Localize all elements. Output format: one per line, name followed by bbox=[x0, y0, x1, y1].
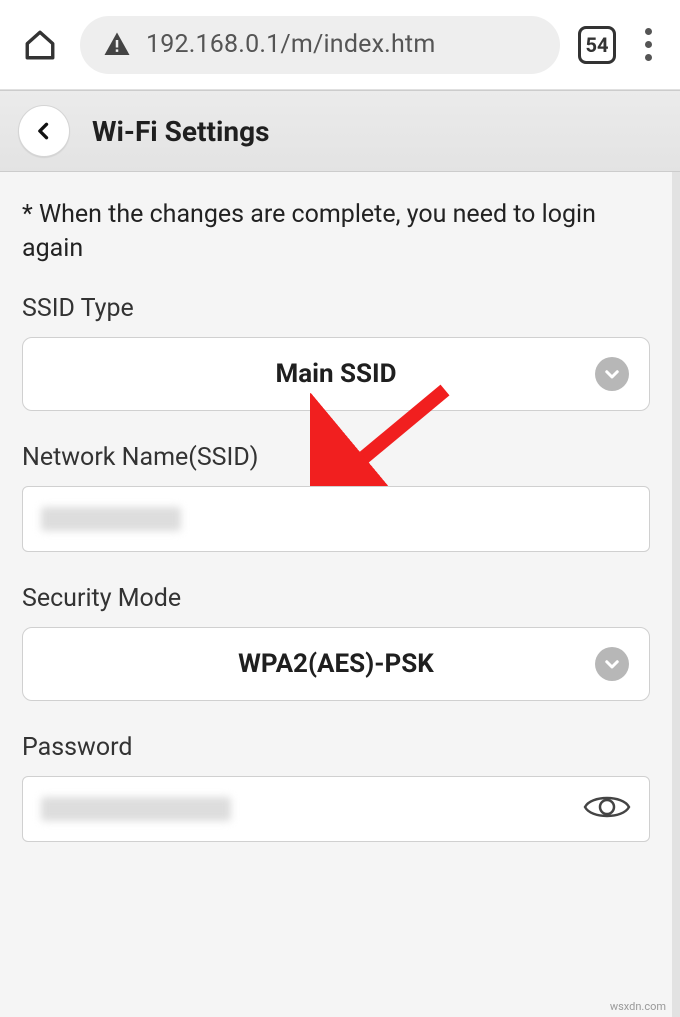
select-security-mode[interactable]: WPA2(AES)-PSK bbox=[22, 627, 650, 701]
label-ssid-type: SSID Type bbox=[22, 294, 650, 323]
redacted-value bbox=[41, 507, 181, 531]
field-ssid-type: SSID Type Main SSID bbox=[22, 294, 650, 411]
security-warning-icon bbox=[102, 30, 132, 60]
page-header: Wi-Fi Settings bbox=[0, 90, 680, 172]
browser-bar: 192.168.0.1/m/index.htm 54 bbox=[0, 0, 680, 90]
url-text: 192.168.0.1/m/index.htm bbox=[146, 30, 435, 59]
page-title: Wi-Fi Settings bbox=[92, 115, 269, 148]
content-area: * When the changes are complete, you nee… bbox=[0, 172, 680, 1017]
eye-icon bbox=[583, 791, 631, 823]
chevron-down-icon bbox=[595, 647, 629, 681]
home-icon bbox=[23, 28, 57, 62]
url-bar[interactable]: 192.168.0.1/m/index.htm bbox=[80, 16, 560, 74]
select-security-mode-value: WPA2(AES)-PSK bbox=[238, 649, 434, 679]
label-security-mode: Security Mode bbox=[22, 584, 650, 613]
redacted-value bbox=[41, 797, 231, 821]
toggle-password-visibility[interactable] bbox=[583, 791, 631, 827]
chevron-down-icon bbox=[595, 357, 629, 391]
back-button[interactable] bbox=[18, 105, 70, 157]
tab-count-value: 54 bbox=[586, 33, 609, 57]
field-security-mode: Security Mode WPA2(AES)-PSK bbox=[22, 584, 650, 701]
field-password: Password bbox=[22, 733, 650, 842]
input-network-name[interactable] bbox=[22, 486, 650, 552]
select-ssid-type-value: Main SSID bbox=[275, 359, 396, 389]
label-password: Password bbox=[22, 733, 650, 762]
field-network-name: Network Name(SSID) bbox=[22, 443, 650, 552]
home-button[interactable] bbox=[18, 23, 62, 67]
watermark: wsxdn.com bbox=[610, 1000, 666, 1013]
tab-count-button[interactable]: 54 bbox=[578, 26, 616, 64]
label-network-name: Network Name(SSID) bbox=[22, 443, 650, 472]
browser-menu-button[interactable] bbox=[634, 23, 662, 67]
dots-icon bbox=[645, 28, 652, 35]
notice-text: * When the changes are complete, you nee… bbox=[22, 198, 650, 266]
select-ssid-type[interactable]: Main SSID bbox=[22, 337, 650, 411]
chevron-left-icon bbox=[34, 121, 54, 141]
input-password[interactable] bbox=[22, 776, 650, 842]
